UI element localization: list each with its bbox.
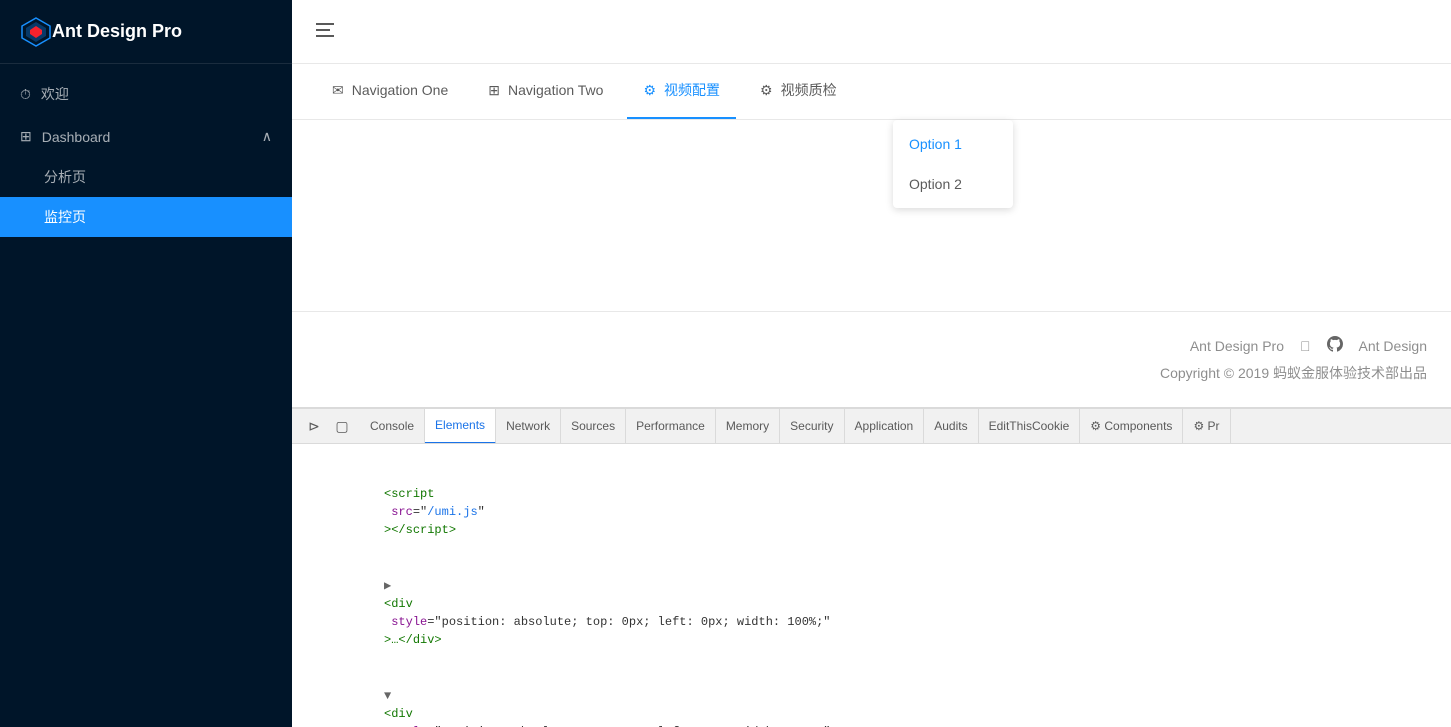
- devtools-sources-label: Sources: [571, 419, 615, 433]
- app-name: Ant Design Pro: [52, 21, 182, 42]
- sidebar: Ant Design Pro ⏱ 欢迎 ⊞ Dashboard ∧ 分析页: [0, 0, 292, 727]
- clock-icon: ⏱: [20, 86, 31, 103]
- dropdown-opt2-label: Option 2: [909, 176, 962, 192]
- tabs-bar: ✉ Navigation One ⊞ Navigation Two ⚙ 视频配置…: [292, 64, 1451, 120]
- dropdown-item-opt1[interactable]: Option 1: [893, 124, 1013, 164]
- expand-arrow-line2[interactable]: ▶: [384, 577, 396, 595]
- mail-icon: ✉: [332, 82, 344, 99]
- gear-icon-check: ⚙: [760, 82, 773, 99]
- devtools-inspect-btn[interactable]: ▢: [328, 412, 356, 440]
- devtools-tab-components[interactable]: ⚙ Components: [1080, 409, 1183, 444]
- devtools-console-label: Console: [370, 419, 414, 433]
- grid-icon: ⊞: [488, 82, 500, 99]
- devtools-panel: ⊳ ▢ Console Elements Network Sources Per…: [292, 407, 1451, 727]
- devtools-elements-label: Elements: [435, 418, 485, 432]
- sidebar-analysis-label: 分析页: [44, 169, 86, 185]
- dropdown-overlay: Option 1 Option 2: [893, 120, 1013, 208]
- tab-video-config-label: 视频配置: [664, 80, 720, 100]
- collapse-button[interactable]: [308, 13, 342, 50]
- main-content: ✉ Navigation One ⊞ Navigation Two ⚙ 视频配置…: [292, 0, 1451, 727]
- devtools-cursor-btn[interactable]: ⊳: [300, 412, 328, 440]
- devtools-tab-editcookie[interactable]: EditThisCookie: [979, 409, 1081, 444]
- tab-video-check-label: 视频质检: [781, 80, 837, 100]
- footer-links: Ant Design Pro  Ant Design: [316, 336, 1427, 355]
- dropdown-menu: Option 1 Option 2: [893, 120, 1013, 208]
- github-icon[interactable]: : [1300, 338, 1311, 354]
- devtools-left-buttons: ⊳ ▢: [296, 412, 360, 440]
- devtools-memory-label: Memory: [726, 419, 769, 433]
- devtools-performance-label: Performance: [636, 419, 705, 433]
- sidebar-dashboard-label: Dashboard: [42, 129, 111, 145]
- devtools-application-label: Application: [855, 419, 914, 433]
- devtools-tab-security[interactable]: Security: [780, 409, 844, 444]
- devtools-audits-label: Audits: [934, 419, 967, 433]
- sidebar-monitor-label: 监控页: [44, 209, 86, 225]
- devtools-content: <script src="/umi.js" ></script> ▶ <div …: [292, 444, 1451, 727]
- sidebar-dashboard-header[interactable]: ⊞ Dashboard ∧: [0, 116, 292, 157]
- devtools-tab-audits[interactable]: Audits: [924, 409, 978, 444]
- gear-icon-config: ⚙: [643, 82, 656, 99]
- footer-copyright: Copyright © 2019 蚂蚁金服体验技术部出品: [316, 363, 1427, 383]
- devtools-tab-network[interactable]: Network: [496, 409, 561, 444]
- code-line-3: ▼ <div style="position: absolute; top: 0…: [292, 668, 1451, 727]
- top-bar: [292, 0, 1451, 64]
- tab-nav-one[interactable]: ✉ Navigation One: [316, 64, 464, 119]
- devtools-tab-pr[interactable]: ⚙ Pr: [1183, 409, 1230, 444]
- tab-video-config[interactable]: ⚙ 视频配置: [627, 64, 736, 119]
- expand-placeholder: [384, 467, 396, 485]
- dashboard-icon: ⊞: [20, 128, 32, 145]
- sidebar-item-welcome-label: 欢迎: [41, 84, 69, 104]
- devtools-components-label: ⚙ Components: [1090, 419, 1172, 433]
- footer: Ant Design Pro  Ant Design Copyright © …: [292, 311, 1451, 407]
- sidebar-logo: Ant Design Pro: [0, 0, 292, 64]
- sidebar-group-dashboard: ⊞ Dashboard ∧ 分析页 监控页: [0, 116, 292, 237]
- devtools-editcookie-label: EditThisCookie: [989, 419, 1070, 433]
- footer-link-github: [1327, 336, 1343, 355]
- footer-link-adp[interactable]: Ant Design Pro: [1190, 338, 1284, 354]
- tab-nav-two-label: Navigation Two: [508, 82, 603, 98]
- footer-link-ad[interactable]: Ant Design: [1359, 338, 1427, 354]
- sidebar-item-monitor[interactable]: 监控页: [0, 197, 292, 237]
- code-line-2: ▶ <div style="position: absolute; top: 0…: [292, 558, 1451, 668]
- sidebar-item-analysis[interactable]: 分析页: [0, 157, 292, 197]
- tab-video-check[interactable]: ⚙ 视频质检: [744, 64, 853, 119]
- devtools-tab-performance[interactable]: Performance: [626, 409, 716, 444]
- code-line-1: <script src="/umi.js" ></script>: [292, 448, 1451, 558]
- devtools-tab-console[interactable]: Console: [360, 409, 425, 444]
- devtools-tab-sources[interactable]: Sources: [561, 409, 626, 444]
- page-area: ✉ Navigation One ⊞ Navigation Two ⚙ 视频配置…: [292, 64, 1451, 407]
- app-logo-icon: [20, 16, 52, 48]
- tab-nav-one-label: Navigation One: [352, 82, 449, 98]
- devtools-tab-elements[interactable]: Elements: [425, 409, 496, 444]
- devtools-network-label: Network: [506, 419, 550, 433]
- dropdown-opt1-label: Option 1: [909, 136, 962, 152]
- sidebar-item-welcome[interactable]: ⏱ 欢迎: [0, 72, 292, 116]
- devtools-tab-application[interactable]: Application: [845, 409, 925, 444]
- chevron-up-icon: ∧: [262, 128, 272, 145]
- devtools-tab-memory[interactable]: Memory: [716, 409, 780, 444]
- devtools-tabs-bar: ⊳ ▢ Console Elements Network Sources Per…: [292, 409, 1451, 444]
- sidebar-menu: ⏱ 欢迎 ⊞ Dashboard ∧ 分析页 监控页: [0, 64, 292, 727]
- tab-nav-two[interactable]: ⊞ Navigation Two: [472, 64, 619, 119]
- devtools-security-label: Security: [790, 419, 833, 433]
- code-tag-script: <script: [384, 487, 434, 501]
- dropdown-item-opt2[interactable]: Option 2: [893, 164, 1013, 204]
- expand-arrow-line3[interactable]: ▼: [384, 687, 396, 705]
- devtools-pr-label: ⚙ Pr: [1193, 419, 1219, 433]
